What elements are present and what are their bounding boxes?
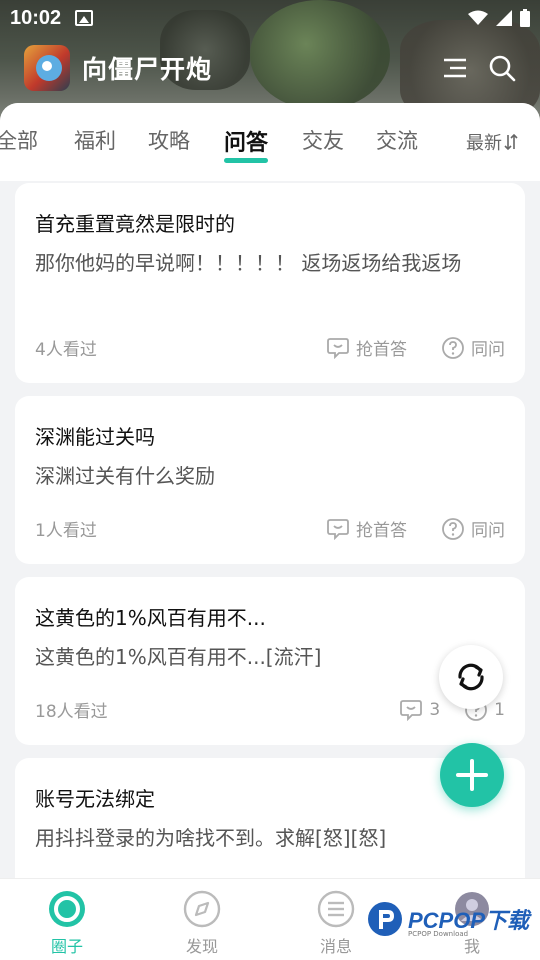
nav-label: 消息: [319, 937, 352, 956]
tab-chat[interactable]: 交流: [376, 125, 418, 155]
answer-count: 3: [429, 699, 441, 720]
tab-all[interactable]: 全部: [0, 125, 38, 155]
sort-button[interactable]: 最新: [466, 129, 518, 155]
battery-icon: [520, 9, 530, 27]
page-title: 向僵尸开炮: [82, 55, 213, 84]
post-title: 这黄色的1%风百有用不...: [35, 606, 266, 630]
same-question-label: 同问: [471, 340, 505, 360]
post-card[interactable]: 深渊能过关吗 深渊过关有什么奖励 1人看过 抢首答 同问: [15, 396, 525, 564]
post-body: 深渊过关有什么奖励: [35, 464, 215, 488]
tab-welfare[interactable]: 福利: [74, 125, 116, 155]
pcpop-logo-icon: [368, 902, 402, 936]
view-count: 1人看过: [35, 521, 97, 541]
comment-icon: [327, 337, 349, 359]
image-notification-icon: [75, 10, 94, 26]
watermark-subtitle: PCPOP Download: [408, 930, 469, 938]
post-title: 首充重置竟然是限时的: [35, 212, 235, 236]
question-icon: [442, 336, 464, 359]
comment-icon: [400, 699, 423, 721]
nav-discover[interactable]: 发现: [162, 889, 242, 957]
answer-label: 抢首答: [356, 521, 407, 541]
nav-label: 圈子: [50, 937, 83, 956]
signal-icon: [496, 10, 512, 26]
same-question-count: 1: [494, 699, 505, 720]
nav-label: 发现: [185, 937, 218, 956]
post-meta: 4人看过 抢首答 同问: [35, 335, 505, 360]
sort-icon: [504, 133, 518, 151]
post-meta: 18人看过 3 1: [35, 697, 505, 722]
wifi-icon: [468, 10, 488, 25]
status-time: 10:02: [10, 6, 62, 29]
tab-guide[interactable]: 攻略: [148, 125, 190, 155]
circle-icon: [49, 891, 85, 927]
same-question-button[interactable]: 同问: [441, 335, 505, 360]
post-title: 深渊能过关吗: [35, 425, 155, 449]
same-question-button[interactable]: 同问: [441, 516, 505, 541]
add-post-button[interactable]: [440, 743, 504, 807]
post-title: 账号无法绑定: [35, 787, 155, 811]
compass-icon: [183, 890, 221, 928]
same-question-label: 同问: [471, 521, 505, 541]
refresh-button[interactable]: [439, 645, 503, 709]
menu-icon[interactable]: [442, 56, 468, 80]
game-logo: [24, 45, 70, 91]
question-icon: [442, 517, 464, 540]
answer-label: 抢首答: [356, 340, 407, 360]
sort-label: 最新: [466, 133, 502, 154]
refresh-icon: [458, 663, 484, 691]
plus-icon: [456, 759, 488, 791]
category-tabs: 全部 福利 攻略 问答 交友 交流 最新: [0, 103, 540, 181]
tab-qa[interactable]: 问答: [224, 125, 269, 163]
post-body: 那你他妈的早说啊！！！！！ 返场返场给我返场: [35, 251, 462, 275]
tab-friends[interactable]: 交友: [302, 125, 344, 155]
post-body: 用抖抖登录的为啥找不到。求解[怒][怒]: [35, 826, 387, 850]
comment-icon: [327, 518, 349, 540]
nav-messages[interactable]: 消息: [296, 889, 376, 957]
message-icon: [317, 890, 355, 928]
search-icon[interactable]: [488, 54, 516, 82]
post-body: 这黄色的1%风百有用不...[流汗]: [35, 645, 322, 669]
answer-button[interactable]: 抢首答: [326, 335, 407, 360]
app-bar: 向僵尸开炮: [0, 42, 540, 94]
watermark-logo: PCPOP下载 PCPOP Download: [366, 900, 529, 938]
status-bar: 10:02: [0, 0, 540, 36]
nav-circle[interactable]: 圈子: [27, 889, 107, 957]
answer-button[interactable]: 抢首答: [326, 516, 407, 541]
post-card[interactable]: 首充重置竟然是限时的 那你他妈的早说啊！！！！！ 返场返场给我返场 4人看过 抢…: [15, 183, 525, 383]
post-meta: 1人看过 抢首答 同问: [35, 516, 505, 541]
view-count: 18人看过: [35, 702, 108, 722]
view-count: 4人看过: [35, 340, 97, 360]
answer-button[interactable]: 3: [399, 699, 440, 721]
